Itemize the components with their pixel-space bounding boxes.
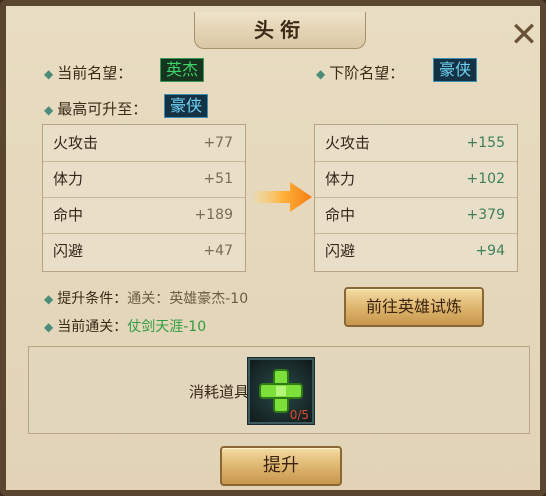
diamond-bullet-icon: ◆ [44, 292, 54, 306]
next-rank-label: ◆ 下阶名望： [316, 64, 405, 82]
stat-value: +189 [194, 207, 233, 223]
stat-row: 闪避 +47 [43, 233, 245, 269]
next-rank-badge: 豪侠 [433, 58, 478, 82]
stat-value: +94 [475, 243, 505, 259]
stat-name: 体力 [325, 170, 356, 188]
diamond-bullet-icon: ◆ [44, 67, 54, 81]
stat-row: 体力 +102 [315, 161, 517, 198]
upgrade-button[interactable]: 提升 [220, 446, 342, 486]
diamond-bullet-icon: ◆ [316, 67, 326, 81]
diamond-bullet-icon: ◆ [44, 103, 54, 117]
stat-name: 闪避 [325, 242, 356, 260]
window-title: 头衔 [194, 12, 366, 49]
stat-name: 命中 [325, 206, 356, 224]
current-rank-label: ◆ 当前名望： [44, 64, 133, 82]
rank-window: 头衔 ✕ ◆ 当前名望： 英杰 ◆ 下阶名望： 豪侠 ◆ 最高可升至： 豪侠 火攻击 … [0, 0, 546, 496]
current-clear-row: ◆ 当前通关：仗剑天涯-10 [44, 319, 207, 335]
stat-row: 火攻击 +155 [315, 125, 517, 162]
next-stats-panel: 火攻击 +155 体力 +102 命中 +379 闪避 +94 [314, 124, 518, 272]
stat-value: +102 [466, 171, 505, 187]
stat-row: 命中 +379 [315, 197, 517, 234]
stat-row: 命中 +189 [43, 197, 245, 234]
stat-row: 体力 +51 [43, 161, 245, 198]
stat-name: 火攻击 [325, 134, 371, 152]
current-stats-panel: 火攻击 +77 体力 +51 命中 +189 闪避 +47 [42, 124, 246, 272]
stat-row: 闪避 +94 [315, 233, 517, 269]
current-rank-badge: 英杰 [160, 58, 205, 82]
consume-panel: 消耗道具： 0/5 [28, 346, 530, 434]
diamond-bullet-icon: ◆ [44, 320, 54, 334]
arrow-right-icon [254, 182, 312, 212]
stat-name: 闪避 [53, 242, 84, 260]
requirement-value: 通关：英雄豪杰-10 [127, 291, 249, 307]
stat-value: +379 [466, 207, 505, 223]
stat-value: +51 [203, 171, 233, 187]
requirement-row: ◆ 提升条件：通关：英雄豪杰-10 [44, 291, 249, 307]
item-count: 0/5 [289, 408, 309, 422]
stat-name: 火攻击 [53, 134, 99, 152]
stat-value: +155 [466, 135, 505, 151]
stat-row: 火攻击 +77 [43, 125, 245, 162]
stat-name: 命中 [53, 206, 84, 224]
current-clear-value: 仗剑天涯-10 [127, 319, 207, 335]
consume-item-slot[interactable]: 0/5 [248, 358, 314, 424]
go-hero-trial-button[interactable]: 前往英雄试炼 [344, 287, 484, 327]
stat-value: +47 [203, 243, 233, 259]
stat-value: +77 [203, 135, 233, 151]
stat-name: 体力 [53, 170, 84, 188]
max-rank-label: ◆ 最高可升至： [44, 100, 148, 118]
max-rank-badge: 豪侠 [164, 94, 209, 118]
close-icon[interactable]: ✕ [506, 18, 542, 54]
